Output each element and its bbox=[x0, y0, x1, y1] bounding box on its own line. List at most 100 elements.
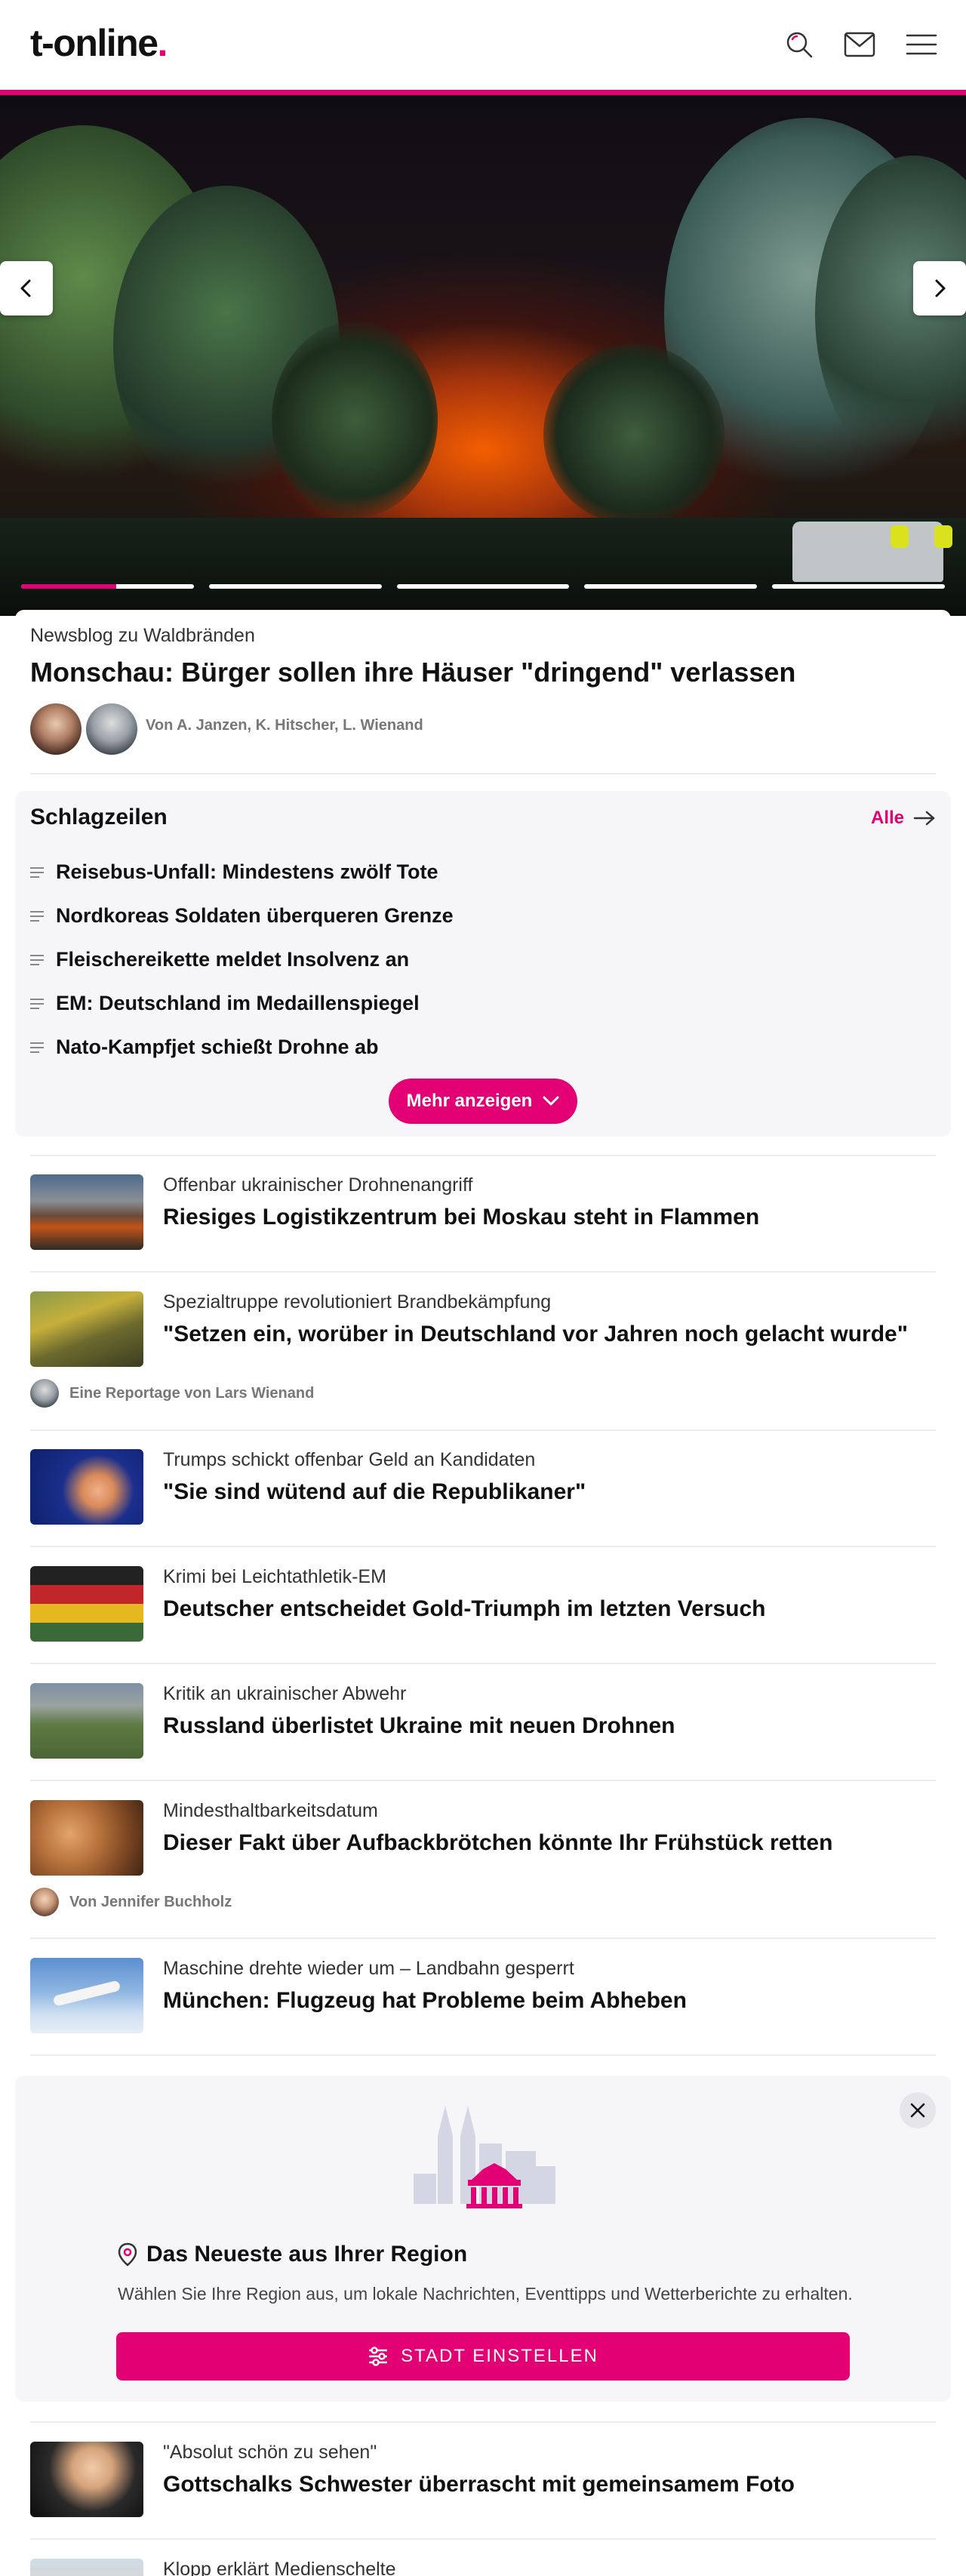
article-kicker: Spezialtruppe revolutioniert Brandbekämp… bbox=[163, 1291, 552, 1313]
article-title[interactable]: "Setzen ein, worüber in Deutschland vor … bbox=[163, 1322, 908, 1347]
location-pin-icon bbox=[118, 2242, 137, 2267]
headline-item[interactable]: Reisebus-Unfall: Mindestens zwölf Tote bbox=[30, 860, 438, 884]
headline-item[interactable]: EM: Deutschland im Medaillenspiegel bbox=[30, 992, 420, 1015]
article-thumbnail[interactable] bbox=[30, 2442, 143, 2517]
city-skyline-icon bbox=[414, 2106, 555, 2208]
article-teaser[interactable]: Spezialtruppe revolutioniert Brandbekämp… bbox=[30, 1291, 936, 1412]
article-author: Eine Reportage von Lars Wienand bbox=[30, 1379, 314, 1408]
article-kicker: Klopp erklärt Medienschelte bbox=[163, 2559, 396, 2576]
article-kicker: Kritik an ukrainischer Abwehr bbox=[163, 1683, 407, 1704]
divider bbox=[30, 1271, 936, 1273]
article-teaser[interactable]: "Absolut schön zu sehen" Gottschalks Sch… bbox=[30, 2442, 936, 2517]
article-thumbnail[interactable] bbox=[30, 1174, 143, 1250]
headline-text: Fleischereikette meldet Insolvenz an bbox=[56, 948, 410, 971]
carousel-progress-segment[interactable] bbox=[772, 584, 945, 589]
article-kicker: Mindesthaltbarkeitsdatum bbox=[163, 1800, 378, 1821]
headline-item[interactable]: Nato-Kampfjet schießt Drohne ab bbox=[30, 1036, 379, 1059]
article-thumbnail[interactable] bbox=[30, 2559, 143, 2576]
hero-teaser[interactable]: Newsblog zu Waldbränden Monschau: Bürger… bbox=[15, 610, 951, 768]
carousel-next-button[interactable] bbox=[913, 261, 966, 315]
hero-image[interactable] bbox=[0, 95, 966, 616]
carousel-progress-segment[interactable] bbox=[208, 584, 382, 589]
article-teaser[interactable]: Maschine drehte wieder um – Landbahn ges… bbox=[30, 1958, 936, 2033]
article-title[interactable]: Riesiges Logistikzentrum bei Moskau steh… bbox=[163, 1205, 759, 1230]
article-kicker: Maschine drehte wieder um – Landbahn ges… bbox=[163, 1958, 574, 1979]
region-box: Das Neueste aus Ihrer Region Wählen Sie … bbox=[15, 2076, 951, 2402]
article-thumbnail[interactable] bbox=[30, 1683, 143, 1759]
lines-icon bbox=[30, 998, 44, 1009]
divider bbox=[30, 1780, 936, 1781]
article-title[interactable]: Deutscher entscheidet Gold-Triumph im le… bbox=[163, 1596, 766, 1622]
headlines-title: Schlagzeilen bbox=[30, 805, 168, 829]
headlines-box: Schlagzeilen Alle Reisebus-Unfall: Minde… bbox=[15, 791, 951, 1137]
lines-icon bbox=[30, 866, 44, 878]
article-author: Von Jennifer Buchholz bbox=[30, 1888, 232, 1916]
article-teaser[interactable]: Trumps schickt offenbar Geld an Kandidat… bbox=[30, 1449, 936, 1525]
divider bbox=[30, 1430, 936, 1431]
region-close-button[interactable] bbox=[900, 2092, 936, 2128]
site-header: t-online. bbox=[0, 0, 966, 90]
divider bbox=[30, 2421, 936, 2423]
headline-item[interactable]: Nordkoreas Soldaten überqueren Grenze bbox=[30, 904, 454, 928]
article-teaser[interactable]: Mindesthaltbarkeitsdatum Dieser Fakt übe… bbox=[30, 1800, 936, 1921]
carousel-prev-button[interactable] bbox=[0, 261, 53, 315]
article-kicker: Krimi bei Leichtathletik-EM bbox=[163, 1566, 386, 1587]
article-kicker: Trumps schickt offenbar Geld an Kandidat… bbox=[163, 1449, 536, 1470]
lines-icon bbox=[30, 910, 44, 922]
headline-text: Reisebus-Unfall: Mindestens zwölf Tote bbox=[56, 860, 438, 883]
carousel-progress-fill bbox=[21, 584, 116, 589]
set-city-button[interactable]: STADT EINSTELLEN bbox=[116, 2332, 850, 2381]
show-more-button[interactable]: Mehr anzeigen bbox=[389, 1079, 577, 1124]
article-teaser[interactable]: Klopp erklärt Medienschelte bbox=[30, 2559, 936, 2576]
article-title[interactable]: Gottschalks Schwester überrascht mit gem… bbox=[163, 2472, 795, 2498]
chevron-right-icon bbox=[935, 279, 946, 297]
menu-icon[interactable] bbox=[904, 27, 939, 62]
lines-icon bbox=[30, 954, 44, 965]
article-title[interactable]: Dieser Fakt über Aufbackbrötchen könnte … bbox=[163, 1830, 832, 1856]
sliders-icon bbox=[369, 2347, 388, 2366]
divider bbox=[30, 1663, 936, 1664]
divider bbox=[30, 2538, 936, 2540]
region-description: Wählen Sie Ihre Region aus, um lokale Na… bbox=[118, 2284, 853, 2304]
hero-carousel[interactable] bbox=[0, 95, 966, 616]
article-thumbnail[interactable] bbox=[30, 1291, 143, 1367]
arrow-right-icon bbox=[913, 811, 935, 826]
hero-title[interactable]: Monschau: Bürger sollen ihre Häuser "dri… bbox=[30, 657, 795, 688]
chevron-left-icon bbox=[20, 279, 31, 297]
search-icon[interactable] bbox=[782, 27, 817, 62]
t-online-logo[interactable]: t-online. bbox=[30, 21, 168, 65]
lines-icon bbox=[30, 1042, 44, 1053]
carousel-progress-segment[interactable] bbox=[396, 584, 570, 589]
article-teaser[interactable]: Krimi bei Leichtathletik-EM Deutscher en… bbox=[30, 1566, 936, 1642]
headlines-all-label: Alle bbox=[870, 808, 904, 828]
mail-icon[interactable] bbox=[842, 27, 877, 62]
author-avatar bbox=[30, 703, 82, 755]
author-avatar bbox=[30, 1888, 59, 1916]
chevron-down-icon bbox=[543, 1096, 559, 1106]
headline-item[interactable]: Fleischereikette meldet Insolvenz an bbox=[30, 948, 409, 971]
airplane-shape bbox=[52, 1980, 122, 2007]
hero-kicker: Newsblog zu Waldbränden bbox=[30, 625, 255, 646]
carousel-progress-segment[interactable] bbox=[21, 584, 194, 589]
article-title[interactable]: Russland überlistet Ukraine mit neuen Dr… bbox=[163, 1713, 675, 1739]
show-more-label: Mehr anzeigen bbox=[406, 1091, 533, 1111]
author-avatar bbox=[30, 1379, 59, 1408]
article-thumbnail[interactable] bbox=[30, 1958, 143, 2033]
divider bbox=[30, 1546, 936, 1547]
divider bbox=[30, 1937, 936, 1939]
article-teaser[interactable]: Offenbar ukrainischer Drohnenangriff Rie… bbox=[30, 1174, 936, 1250]
article-teaser[interactable]: Kritik an ukrainischer Abwehr Russland ü… bbox=[30, 1683, 936, 1759]
headlines-all-link[interactable]: Alle bbox=[871, 808, 936, 829]
article-kicker: Offenbar ukrainischer Drohnenangriff bbox=[163, 1174, 473, 1196]
author-avatar bbox=[86, 703, 137, 755]
divider bbox=[30, 773, 936, 774]
article-thumbnail[interactable] bbox=[30, 1566, 143, 1642]
headline-text: Nordkoreas Soldaten überqueren Grenze bbox=[56, 904, 454, 927]
carousel-progress-segment[interactable] bbox=[584, 584, 758, 589]
article-title[interactable]: München: Flugzeug hat Probleme beim Abhe… bbox=[163, 1988, 687, 2014]
article-thumbnail[interactable] bbox=[30, 1449, 143, 1525]
article-thumbnail[interactable] bbox=[30, 1800, 143, 1876]
article-title[interactable]: "Sie sind wütend auf die Republikaner" bbox=[163, 1479, 586, 1505]
region-title: Das Neueste aus Ihrer Region bbox=[118, 2242, 467, 2267]
article-author-text: Von Jennifer Buchholz bbox=[69, 1893, 232, 1910]
